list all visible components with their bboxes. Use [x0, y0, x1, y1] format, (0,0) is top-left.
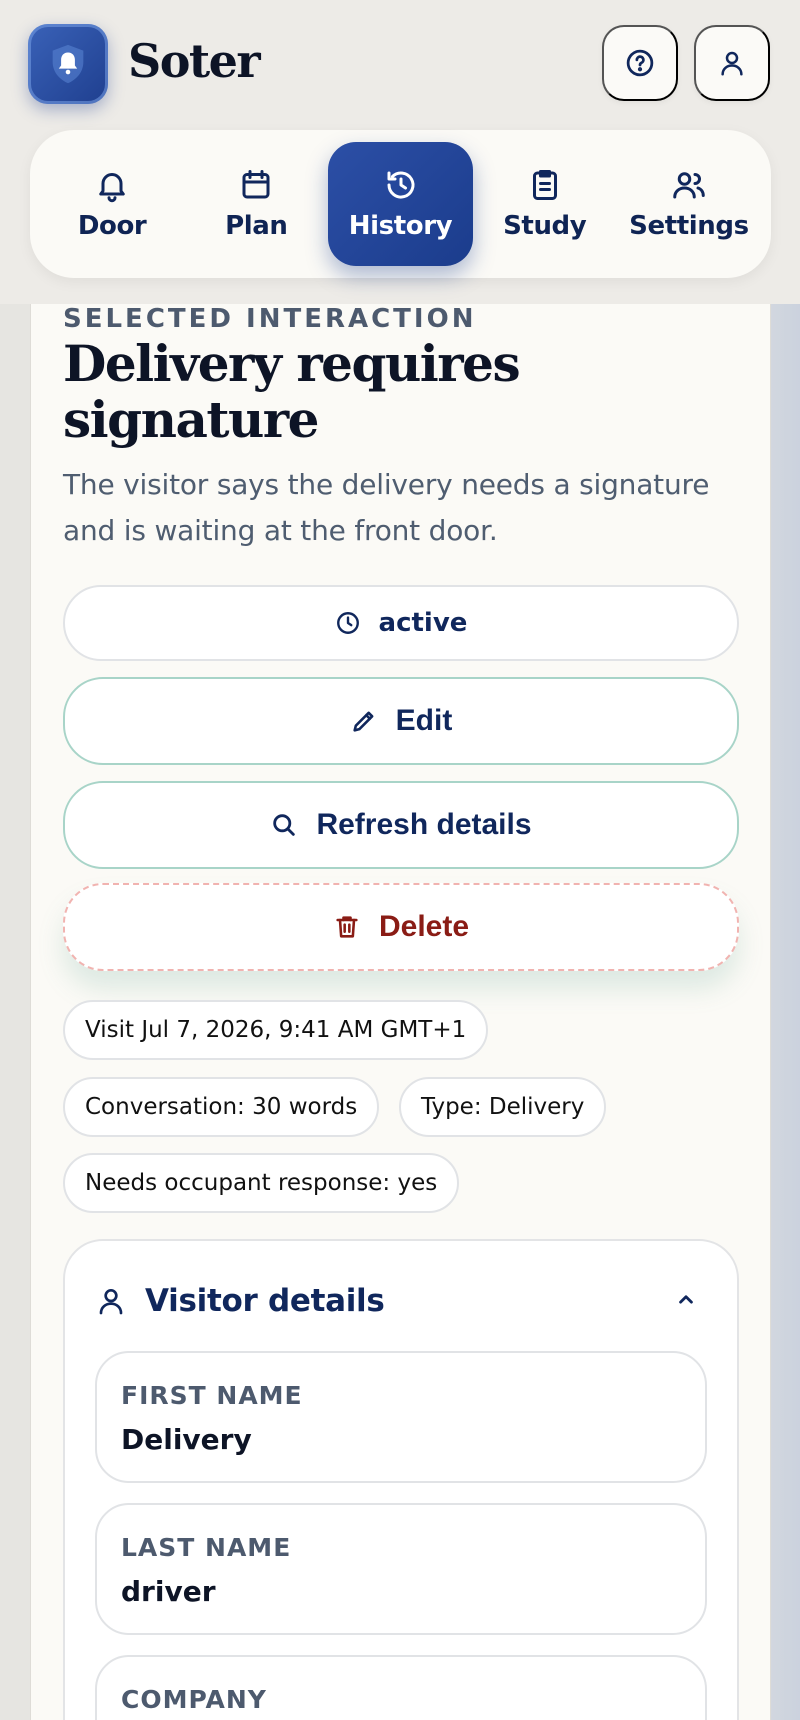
app-header: Soter Door Plan History Study Settings [0, 0, 800, 304]
bell-shield-icon [52, 44, 84, 84]
first-name-field: FIRST NAME Delivery [95, 1351, 707, 1483]
users-icon [673, 172, 705, 199]
visitor-details-title: Visitor details [145, 1283, 385, 1319]
conversation-chip: Conversation: 30 words [63, 1077, 380, 1137]
edit-button[interactable]: Edit [63, 677, 739, 765]
nav-item-settings[interactable]: Settings [617, 142, 761, 266]
delete-button[interactable]: Delete [63, 883, 739, 971]
nav-item-study[interactable]: Study [473, 142, 617, 266]
last-name-value: driver [121, 1575, 216, 1608]
first-name-label: FIRST NAME [121, 1381, 303, 1410]
pencil-icon [353, 711, 374, 732]
chevron-up-icon[interactable] [673, 1287, 699, 1313]
nav-label-settings: Settings [629, 211, 749, 241]
last-name-label: LAST NAME [121, 1533, 292, 1562]
section-eyebrow: SELECTED INTERACTION [63, 304, 477, 334]
interaction-description: The visitor says the delivery needs a si… [63, 468, 710, 547]
edit-label: Edit [395, 704, 453, 737]
help-circle-icon [626, 49, 654, 77]
nav-item-plan[interactable]: Plan [184, 142, 328, 266]
trash-icon [336, 916, 358, 938]
refresh-label: Refresh details [316, 808, 532, 841]
visitor-details-section: Visitor details FIRST NAME Delivery LAST… [63, 1239, 739, 1720]
help-button[interactable] [602, 25, 678, 101]
nav-item-history[interactable]: History [328, 142, 473, 266]
nav-label-study: Study [503, 211, 587, 241]
nav-label-plan: Plan [225, 211, 288, 241]
type-chip: Type: Delivery [399, 1077, 607, 1137]
bell-icon [99, 173, 125, 203]
calendar-icon [242, 170, 270, 199]
interaction-detail-card: SELECTED INTERACTION Delivery requires s… [30, 240, 771, 1720]
visit-time-chip: Visit Jul 7, 2026, 9:41 AM GMT+1 [63, 1000, 489, 1060]
company-field: COMPANY [95, 1655, 707, 1720]
history-icon [387, 171, 414, 199]
user-icon [99, 1289, 123, 1315]
interaction-title: Delivery requires signature [63, 334, 521, 449]
refresh-details-button[interactable]: Refresh details [63, 781, 739, 869]
visitor-details-header[interactable]: Visitor details [95, 1273, 711, 1329]
app-title: Soter [128, 34, 261, 88]
clipboard-icon [532, 170, 557, 200]
profile-button[interactable] [694, 25, 770, 101]
status-label: active [378, 608, 468, 638]
nav-item-door[interactable]: Door [40, 142, 184, 266]
needs-response-chip: Needs occupant response: yes [63, 1153, 460, 1213]
company-label: COMPANY [121, 1685, 267, 1714]
clock-icon [336, 612, 359, 634]
first-name-value: Delivery [121, 1423, 252, 1456]
search-icon [273, 814, 296, 836]
nav-label-door: Door [77, 211, 147, 241]
delete-label: Delete [378, 910, 470, 943]
app-logo [28, 24, 108, 104]
page: SELECTED INTERACTION Delivery requires s… [0, 0, 800, 1720]
status-badge: active [63, 585, 739, 661]
last-name-field: LAST NAME driver [95, 1503, 707, 1635]
main-nav: Door Plan History Study Settings [30, 130, 771, 278]
user-icon [721, 51, 743, 76]
nav-label-history: History [348, 211, 453, 241]
